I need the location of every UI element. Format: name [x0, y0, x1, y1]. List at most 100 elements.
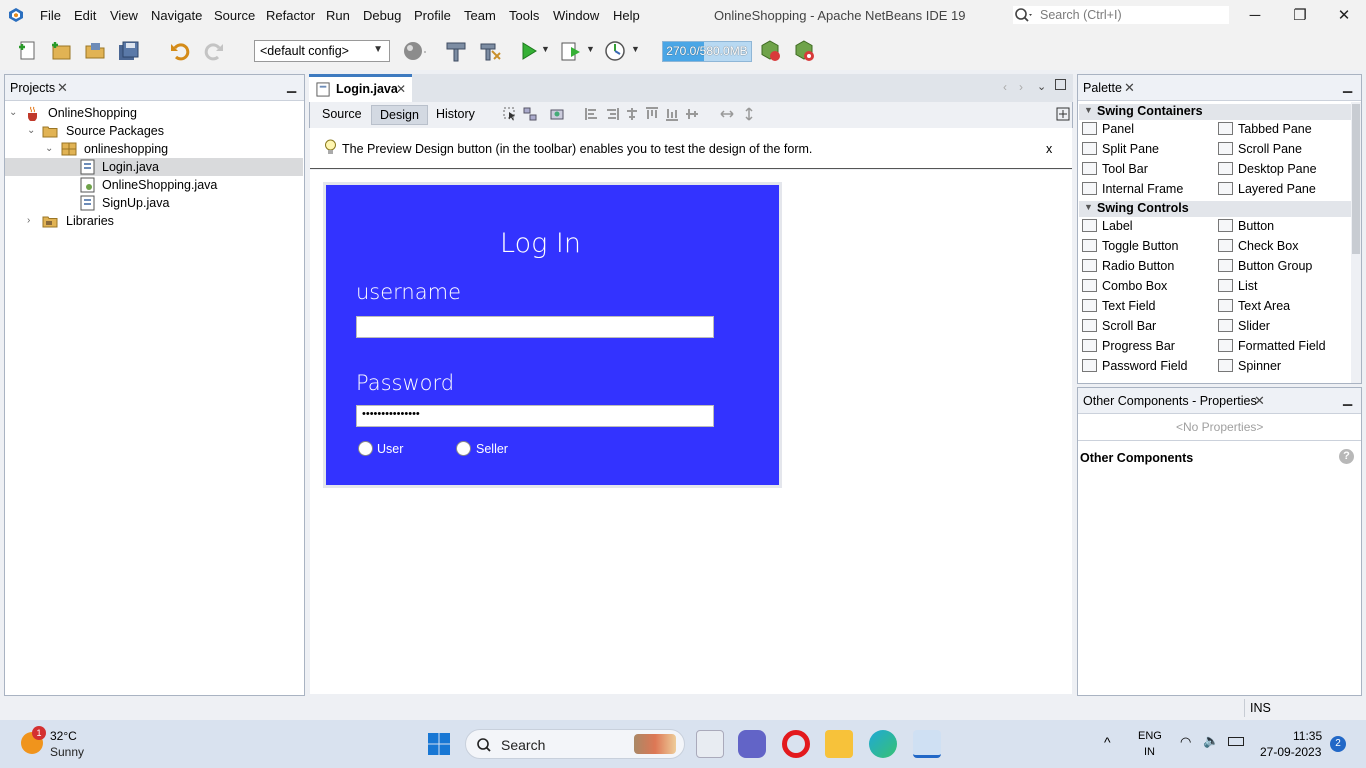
palette-item[interactable]: Radio Button: [1082, 259, 1174, 273]
task-view-icon[interactable]: [696, 730, 724, 758]
show-documents-icon[interactable]: ⌄: [1037, 80, 1046, 93]
menu-help[interactable]: Help: [613, 8, 640, 23]
expand-icon[interactable]: ›: [27, 215, 30, 226]
tray-chevron-up-icon[interactable]: ^: [1104, 734, 1111, 750]
tree-item-login-java[interactable]: Login.java: [5, 158, 303, 176]
palette-item[interactable]: Desktop Pane: [1218, 162, 1317, 176]
close-icon[interactable]: ✕: [1254, 393, 1265, 409]
maximize-button[interactable]: ❐: [1285, 5, 1315, 27]
build-hammer-icon[interactable]: [444, 39, 468, 63]
palette-item[interactable]: Check Box: [1218, 239, 1298, 253]
login-form-panel[interactable]: Log In username Password •••••••••••••••…: [323, 182, 782, 488]
palette-tab[interactable]: Palette: [1083, 81, 1122, 95]
minimize-button[interactable]: ─: [1240, 5, 1270, 27]
center-horizontal-icon[interactable]: [625, 107, 639, 121]
tab-login-java[interactable]: Login.java ✕: [309, 74, 412, 102]
taskbar-search[interactable]: Search: [465, 729, 685, 759]
teams-chat-icon[interactable]: [738, 730, 766, 758]
align-left-icon[interactable]: [585, 107, 599, 121]
profiler-snapshot-icon[interactable]: [792, 39, 816, 63]
save-all-icon[interactable]: [116, 39, 140, 63]
close-button[interactable]: ✕: [1329, 5, 1359, 27]
battery-icon[interactable]: [1228, 737, 1244, 746]
align-top-icon[interactable]: [645, 107, 659, 121]
clean-build-icon[interactable]: [478, 39, 502, 63]
collapse-icon[interactable]: ⌄: [9, 107, 17, 118]
selection-mode-icon[interactable]: [503, 107, 517, 121]
language-indicator[interactable]: ENG: [1138, 730, 1162, 742]
volume-icon[interactable]: 🔈: [1203, 733, 1219, 749]
palette-item[interactable]: Combo Box: [1082, 279, 1167, 293]
projects-tab[interactable]: Projects: [10, 81, 55, 95]
menu-profile[interactable]: Profile: [414, 8, 451, 23]
tree-item-source-packages[interactable]: ⌄ Source Packages: [5, 122, 303, 140]
palette-item[interactable]: Text Area: [1218, 299, 1290, 313]
scrollbar-thumb[interactable]: [1352, 104, 1360, 254]
tab-source[interactable]: Source: [314, 105, 370, 125]
hint-close-button[interactable]: x: [1046, 142, 1052, 156]
palette-item[interactable]: List: [1218, 279, 1257, 293]
close-icon[interactable]: ✕: [1124, 80, 1135, 96]
radio-seller[interactable]: [456, 441, 471, 456]
wifi-icon[interactable]: ◠: [1180, 734, 1191, 750]
debug-icon[interactable]: [559, 39, 583, 63]
properties-tab[interactable]: Other Components - Properties: [1083, 394, 1257, 408]
scroll-left-icon[interactable]: ‹: [1003, 80, 1007, 94]
language-region[interactable]: IN: [1144, 746, 1155, 758]
palette-item[interactable]: Internal Frame: [1082, 182, 1183, 196]
tree-item-package[interactable]: ⌄ onlineshopping: [5, 140, 303, 158]
memory-meter[interactable]: 270.0/580.0MB: [662, 41, 752, 62]
new-project-icon[interactable]: [49, 39, 73, 63]
tab-history[interactable]: History: [428, 105, 483, 125]
palette-item[interactable]: Layered Pane: [1218, 182, 1316, 196]
center-vertical-icon[interactable]: [685, 107, 699, 121]
align-right-icon[interactable]: [605, 107, 619, 121]
username-field[interactable]: [356, 316, 714, 338]
gc-icon[interactable]: [758, 39, 782, 63]
profile-icon[interactable]: [603, 39, 627, 63]
menu-team[interactable]: Team: [464, 8, 496, 23]
palette-item[interactable]: Split Pane: [1082, 142, 1159, 156]
palette-item[interactable]: Scroll Pane: [1218, 142, 1302, 156]
palette-item[interactable]: Toggle Button: [1082, 239, 1178, 253]
weather-condition[interactable]: Sunny: [50, 745, 84, 759]
netbeans-taskbar-icon[interactable]: [913, 730, 941, 758]
scroll-right-icon[interactable]: ›: [1019, 80, 1023, 94]
palette-item[interactable]: Button Group: [1218, 259, 1312, 273]
palette-category-controls[interactable]: ▼ Swing Controls: [1079, 201, 1351, 217]
palette-item[interactable]: Button: [1218, 219, 1274, 233]
menu-view[interactable]: View: [110, 8, 138, 23]
file-explorer-icon[interactable]: [825, 730, 853, 758]
profile-dropdown-icon[interactable]: ▼: [631, 44, 640, 54]
opera-icon[interactable]: [782, 730, 810, 758]
search-input[interactable]: Search (Ctrl+I): [1012, 5, 1230, 25]
add-icon[interactable]: [1056, 107, 1070, 121]
debug-dropdown-icon[interactable]: ▼: [586, 44, 595, 54]
undo-icon[interactable]: [168, 39, 192, 63]
palette-item[interactable]: Spinner: [1218, 359, 1281, 373]
resize-horizontal-icon[interactable]: [720, 107, 734, 121]
palette-item[interactable]: Formatted Field: [1218, 339, 1326, 353]
connection-mode-icon[interactable]: [523, 107, 537, 121]
notification-badge[interactable]: 2: [1330, 736, 1346, 752]
palette-category-containers[interactable]: ▼ Swing Containers: [1079, 104, 1351, 120]
close-icon[interactable]: ✕: [57, 80, 68, 96]
tree-item-onlineshopping-java[interactable]: OnlineShopping.java: [5, 176, 303, 194]
palette-scrollbar[interactable]: [1351, 102, 1361, 383]
radio-user[interactable]: [358, 441, 373, 456]
minimize-icon[interactable]: ▁: [1343, 392, 1352, 406]
menu-refactor[interactable]: Refactor: [266, 8, 315, 23]
maximize-window-icon[interactable]: [1055, 79, 1066, 90]
tree-item-signup-java[interactable]: SignUp.java: [5, 194, 303, 212]
close-icon[interactable]: ✕: [396, 82, 406, 96]
menu-source[interactable]: Source: [214, 8, 255, 23]
menu-run[interactable]: Run: [326, 8, 350, 23]
palette-item[interactable]: Tabbed Pane: [1218, 122, 1312, 136]
windows-start-icon[interactable]: [427, 732, 451, 756]
palette-item[interactable]: Slider: [1218, 319, 1270, 333]
tree-item-onlineshopping[interactable]: ⌄ OnlineShopping: [5, 104, 303, 122]
preview-design-icon[interactable]: [550, 107, 564, 121]
palette-item[interactable]: Text Field: [1082, 299, 1156, 313]
redo-icon[interactable]: [202, 39, 226, 63]
minimize-icon[interactable]: ▁: [1343, 79, 1352, 93]
